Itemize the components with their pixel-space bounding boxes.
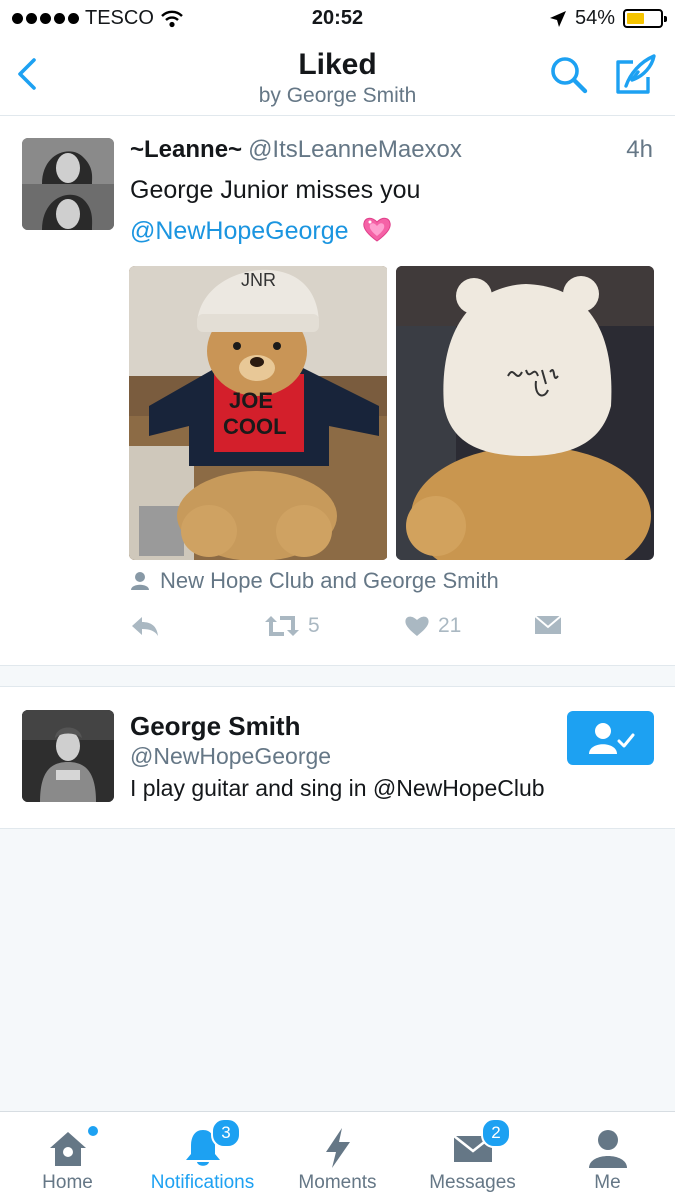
tab-label: Moments — [298, 1172, 377, 1193]
battery-icon — [623, 9, 667, 28]
tagged-users[interactable]: New Hope Club and George Smith — [130, 568, 499, 594]
battery-fill — [627, 13, 645, 24]
tab-label: Messages — [429, 1172, 516, 1193]
reply-button[interactable] — [130, 614, 160, 638]
direct-message-button[interactable] — [534, 614, 562, 636]
hat-text: JNR — [241, 270, 276, 290]
battery-percent: 54% — [574, 7, 615, 29]
envelope-icon — [534, 615, 562, 634]
shirt-text-line1: JOE — [229, 388, 273, 413]
person-check-icon — [588, 723, 634, 754]
tab-messages[interactable]: 2 Messages — [405, 1112, 540, 1200]
tweet-timestamp: 4h — [626, 136, 653, 163]
new-content-dot — [88, 1126, 98, 1136]
author-handle[interactable]: @ItsLeanneMaexox — [248, 136, 462, 163]
following-button[interactable] — [567, 711, 654, 765]
like-button[interactable]: 21 — [404, 614, 461, 638]
tagged-users-label: New Hope Club and George Smith — [160, 568, 499, 593]
user-name[interactable]: George Smith — [130, 711, 300, 742]
lightning-icon — [325, 1128, 350, 1168]
tweet-actions: 5 21 — [130, 614, 590, 650]
heart-icon — [405, 616, 429, 636]
tab-label: Me — [594, 1172, 621, 1193]
person-icon — [588, 1130, 627, 1168]
person-icon — [131, 572, 149, 590]
user-bio: I play guitar and sing in @NewHopeClub — [130, 775, 545, 801]
avatar[interactable] — [22, 138, 114, 230]
tab-bar: Home 3 Notifications Moments 2 Messages — [0, 1111, 675, 1200]
shirt-text-line2: COOL — [223, 414, 287, 439]
tweet-header: ~Leanne~ @ItsLeanneMaexox — [130, 136, 655, 164]
navigation-bar: Liked by George Smith — [0, 38, 675, 116]
retweet-icon — [265, 616, 299, 636]
user-handle: @NewHopeGeorge — [130, 743, 332, 769]
compose-tweet-icon[interactable] — [612, 52, 658, 98]
tweet-body: George Junior misses you — [130, 176, 421, 204]
status-right: 54% — [549, 7, 667, 30]
tab-home[interactable]: Home — [0, 1112, 135, 1200]
location-arrow-icon — [549, 10, 566, 27]
tab-moments[interactable]: Moments — [270, 1112, 405, 1200]
retweet-button[interactable]: 5 — [264, 614, 320, 638]
user-card[interactable]: George Smith @NewHopeGeorge I play guita… — [0, 686, 675, 829]
status-bar: TESCO 20:52 54% — [0, 0, 675, 38]
search-icon[interactable] — [548, 54, 590, 96]
reply-icon — [132, 617, 158, 636]
messages-badge: 2 — [481, 1118, 511, 1148]
author-name[interactable]: ~Leanne~ — [130, 136, 242, 163]
mention-link[interactable]: @NewHopeGeorge — [130, 217, 349, 245]
sparkling-heart-icon — [362, 217, 391, 242]
tab-label: Home — [42, 1172, 93, 1193]
photo-teddy-bear-front[interactable]: JNR JOE COOL — [129, 266, 388, 560]
tweet-card[interactable]: ~Leanne~ @ItsLeanneMaexox 4h George Junio… — [0, 116, 675, 666]
tab-label: Notifications — [150, 1172, 255, 1193]
like-count: 21 — [438, 614, 462, 637]
tweet-text: George Junior misses you @NewHopeGeorge — [130, 170, 650, 252]
tab-me[interactable]: Me — [540, 1112, 675, 1200]
tweet-media: JNR JOE COOL — [129, 266, 654, 560]
photo-teddy-bear-back[interactable] — [395, 266, 655, 560]
avatar[interactable] — [22, 710, 114, 802]
notification-badge: 3 — [211, 1118, 241, 1148]
home-icon — [49, 1132, 86, 1166]
tab-notifications[interactable]: 3 Notifications — [135, 1112, 270, 1200]
retweet-count: 5 — [308, 614, 320, 637]
